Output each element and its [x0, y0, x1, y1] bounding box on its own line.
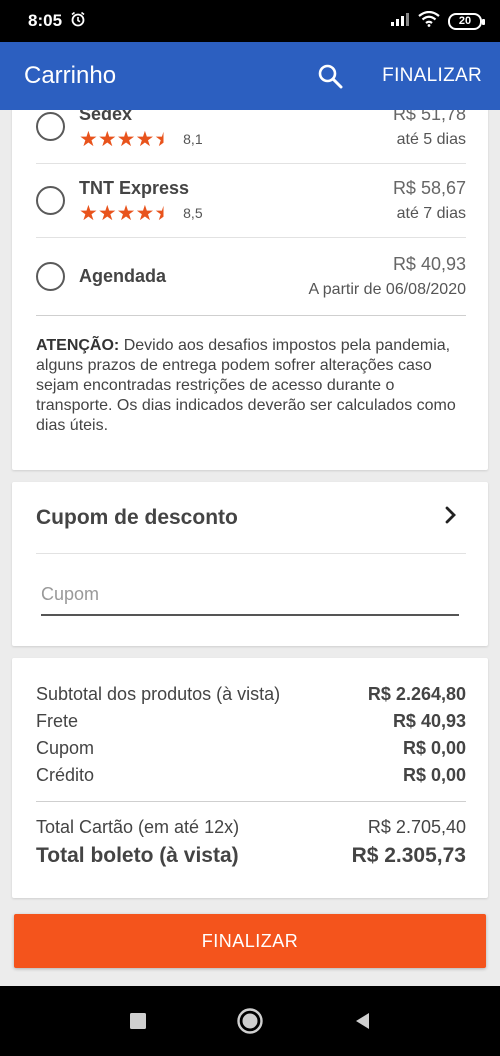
radio-button[interactable]: [36, 112, 65, 141]
summary-divider: [36, 801, 466, 802]
finalizar-button[interactable]: FINALIZAR: [14, 914, 486, 968]
shipping-price: R$ 58,67: [392, 178, 466, 198]
subtotal-value: R$ 2.264,80: [367, 684, 466, 704]
summary-total-cartao-row: Total Cartão (em até 12x) R$ 2.705,40: [36, 817, 466, 838]
summary-frete-row: Frete R$ 40,93: [36, 711, 466, 732]
shipping-price: R$ 51,78: [392, 110, 466, 124]
cupom-label: Cupom: [36, 738, 95, 758]
star-icon: ★: [116, 201, 136, 225]
notice-label: ATENÇÃO:: [36, 337, 120, 354]
system-nav-bar: [0, 986, 500, 1056]
shipping-price: R$ 40,93: [392, 254, 466, 274]
credito-value: R$ 0,00: [402, 765, 466, 785]
summary-cupom-row: Cupom R$ 0,00: [36, 738, 466, 759]
shipping-name: Agendada: [79, 266, 167, 286]
star-rating: ★ ★ ★ ★ ★ 8,5: [79, 203, 393, 224]
battery-icon: 20: [448, 12, 485, 30]
shipping-option-tnt[interactable]: TNT Express ★ ★ ★ ★ ★ 8,5 R$ 58,67 até 7…: [36, 164, 466, 238]
back-icon[interactable]: [348, 1007, 376, 1035]
wifi-icon: [418, 10, 440, 32]
status-time: 8:05: [28, 11, 63, 30]
half-star-icon: ★: [154, 201, 174, 225]
shipping-option-agendada[interactable]: Agendada R$ 40,93 A partir de 06/08/2020: [36, 238, 466, 316]
total-cartao-label: Total Cartão (em até 12x): [36, 817, 240, 837]
star-rating: ★ ★ ★ ★ ★ 8,1: [79, 129, 393, 150]
alarm-icon: [70, 11, 86, 31]
total-boleto-label: Total boleto (à vista): [36, 844, 239, 867]
cupom-value: R$ 0,00: [402, 738, 466, 758]
shipping-notice: ATENÇÃO: Devido aos desafios impostos pe…: [36, 336, 472, 436]
coupon-input[interactable]: [41, 580, 459, 616]
summary-subtotal-row: Subtotal dos produtos (à vista) R$ 2.264…: [36, 684, 466, 705]
star-icon: ★: [135, 201, 155, 225]
cart-content[interactable]: Sedex ★ ★ ★ ★ ★ 8,1 R$ 51,78 até 5 dias …: [0, 110, 500, 986]
total-boleto-value: R$ 2.305,73: [351, 844, 466, 867]
page-title: Carrinho: [24, 62, 117, 89]
rating-value: 8,5: [183, 205, 203, 221]
star-icon: ★: [79, 127, 98, 151]
star-icon: ★: [97, 201, 117, 225]
shipping-card: Sedex ★ ★ ★ ★ ★ 8,1 R$ 51,78 até 5 dias …: [12, 110, 488, 470]
coupon-header[interactable]: Cupom de desconto: [36, 482, 466, 554]
order-summary-card: Subtotal dos produtos (à vista) R$ 2.264…: [12, 658, 488, 898]
signal-icon: [390, 12, 410, 31]
star-icon: ★: [79, 201, 98, 225]
shipping-eta: até 5 dias: [396, 131, 466, 148]
star-icon: ★: [135, 127, 155, 151]
app-bar: Carrinho FINALIZAR: [0, 42, 500, 110]
rating-value: 8,1: [183, 131, 203, 147]
shipping-eta: até 7 dias: [396, 205, 466, 222]
shipping-name: TNT Express: [79, 177, 190, 198]
finalizar-action[interactable]: FINALIZAR: [382, 65, 482, 87]
home-icon[interactable]: [236, 1007, 264, 1035]
half-star-icon: ★: [154, 127, 174, 151]
summary-credito-row: Crédito R$ 0,00: [36, 765, 466, 786]
subtotal-label: Subtotal dos produtos (à vista): [36, 684, 281, 704]
radio-button[interactable]: [36, 262, 65, 291]
credito-label: Crédito: [36, 765, 95, 785]
coupon-card: Cupom de desconto: [12, 482, 488, 646]
chevron-right-icon[interactable]: [444, 505, 458, 530]
shipping-option-sedex[interactable]: Sedex ★ ★ ★ ★ ★ 8,1 R$ 51,78 até 5 dias: [36, 110, 466, 164]
status-bar: 8:05 20: [0, 0, 500, 42]
coupon-title: Cupom de desconto: [36, 505, 238, 529]
summary-total-boleto-row: Total boleto (à vista) R$ 2.305,73: [36, 844, 466, 868]
frete-value: R$ 40,93: [392, 711, 466, 731]
radio-button[interactable]: [36, 186, 65, 215]
total-cartao-value: R$ 2.705,40: [367, 817, 466, 837]
frete-label: Frete: [36, 711, 79, 731]
shipping-name: Sedex: [79, 110, 133, 124]
shipping-eta: A partir de 06/08/2020: [308, 281, 466, 298]
star-icon: ★: [116, 127, 136, 151]
star-icon: ★: [97, 127, 117, 151]
recents-icon[interactable]: [124, 1007, 152, 1035]
search-icon[interactable]: [316, 62, 344, 90]
